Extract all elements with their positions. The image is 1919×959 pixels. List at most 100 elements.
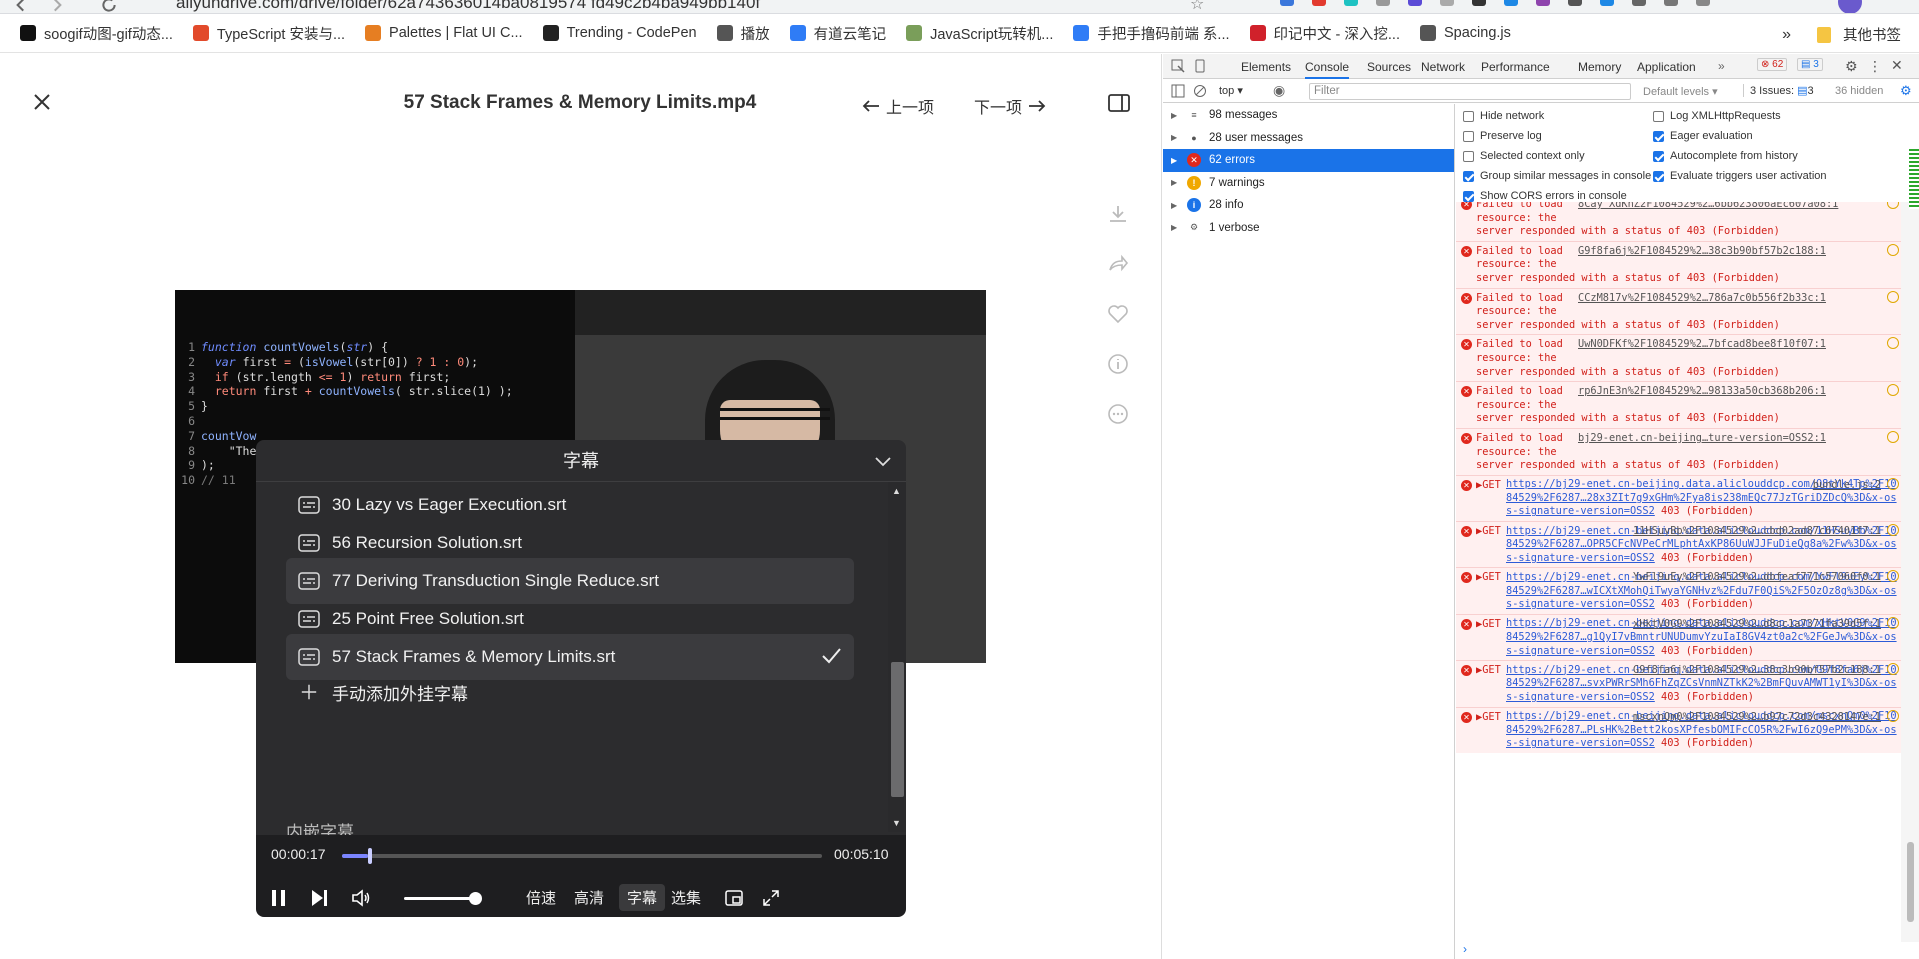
console-filter-error[interactable]: ▶ ✕ 62 errors (1163, 149, 1454, 172)
url-text[interactable]: aliyundrive.com/drive/folder/62a74363601… (176, 0, 760, 13)
device-toolbar-icon[interactable] (1193, 59, 1207, 73)
progress-bar[interactable] (342, 848, 822, 864)
console-error[interactable]: ✕ G9f8fa6j%2F1084529%2…38c3b90bf57b2c188:… (1456, 240, 1901, 288)
error-source-link[interactable]: YwFl9uEy%2F1084529%2…dbfeaf771c57060f0:1 (1633, 571, 1881, 585)
expand-triangle-icon[interactable]: ▶ (1171, 201, 1181, 210)
network-icon[interactable] (1887, 524, 1899, 537)
chevron-down-icon[interactable] (874, 454, 892, 468)
console-scrollbar[interactable] (1901, 202, 1919, 942)
bookmark-item[interactable]: Trending - CodePen (542, 23, 697, 44)
console-error-get[interactable]: ✕ G9f8fa6j%2F1084529%2…38c3b90bf57b2c188:… (1456, 660, 1901, 707)
log-levels-select[interactable]: Default levels ▾ (1643, 85, 1718, 98)
picture-in-picture-icon[interactable] (724, 887, 744, 909)
console-error[interactable]: ✕ rp6JnE3n%2F1084529%2…98133a50cb368b206:… (1456, 381, 1901, 428)
network-icon[interactable] (1887, 709, 1899, 722)
profile-avatar[interactable] (1838, 0, 1862, 13)
devtools-tab[interactable]: Elements (1241, 60, 1291, 74)
bookmark-item[interactable]: TypeScript 安装与... (192, 23, 345, 44)
inspect-icon[interactable] (1171, 59, 1185, 73)
console-setting[interactable]: Show CORS errors in console (1463, 190, 1627, 202)
console-error[interactable]: ✕ bj29-enet.cn-beijing…ture-version=OSS2:… (1456, 427, 1901, 475)
error-source-link[interactable]: bundle.js:2 (1813, 479, 1881, 493)
issues-button[interactable]: 3 Issues: ▤3 (1743, 84, 1814, 97)
quality-button[interactable]: 高清 (574, 887, 604, 908)
download-icon[interactable] (1106, 202, 1130, 226)
network-icon[interactable] (1887, 663, 1899, 676)
console-error[interactable]: ✕ 8Cay XdKnZ2F1084529%2…6bb623806aEc607a0… (1456, 202, 1901, 241)
progress-knob[interactable] (368, 848, 373, 864)
console-filter-input[interactable]: Filter (1309, 83, 1631, 100)
checkbox[interactable] (1463, 170, 1474, 182)
network-icon[interactable] (1887, 384, 1899, 397)
close-icon[interactable] (32, 92, 52, 112)
next-track-icon[interactable] (310, 887, 330, 909)
speed-button[interactable]: 倍速 (526, 887, 556, 908)
bookmark-item[interactable]: Palettes | Flat UI C... (365, 23, 523, 44)
expand-triangle-icon[interactable]: ▶ (1171, 111, 1181, 120)
console-error-get[interactable]: ✕ bundle.js:2 ▶GET https://bj29-enet.cn-be… (1456, 474, 1901, 522)
console-filter-warning[interactable]: ▶! 7 warnings (1163, 172, 1454, 195)
console-setting[interactable]: Selected context only (1463, 150, 1585, 162)
back-icon[interactable] (12, 0, 30, 14)
checkbox[interactable] (1463, 110, 1474, 122)
expand-triangle-icon[interactable]: ▶ (1171, 156, 1181, 165)
other-bookmarks[interactable]: 其他书签 (1843, 24, 1901, 45)
side-panel-icon[interactable] (1108, 94, 1130, 112)
scroll-thumb[interactable] (891, 662, 904, 797)
console-setting[interactable]: Eager evaluation (1653, 130, 1753, 142)
console-setting[interactable]: Preserve log (1463, 130, 1542, 142)
console-setting[interactable]: Group similar messages in console (1463, 170, 1651, 182)
network-icon[interactable] (1887, 337, 1899, 350)
bookmark-item[interactable]: 有道云笔记 (789, 23, 886, 44)
error-source-link[interactable]: mscxnQm0%2F1084529%2…b97c72d3c4328147e:1 (1633, 711, 1881, 725)
checkbox[interactable] (1463, 130, 1474, 142)
bookmark-item[interactable]: 播放 (716, 23, 770, 44)
settings-icon[interactable]: ⚙ (1845, 58, 1858, 75)
share-icon[interactable] (1106, 252, 1130, 276)
next-button[interactable]: 下一项 (974, 94, 1046, 118)
forward-icon[interactable] (48, 0, 66, 14)
bookmark-item[interactable]: 手把手撸码前端 系... (1073, 23, 1230, 44)
sidebar-toggle-icon[interactable] (1171, 84, 1185, 98)
console-error-get[interactable]: ✕ xHktV0G9%2F1084529%2…d8cc1a7371fa39d5f:… (1456, 613, 1901, 661)
console-filter-user[interactable]: ▶ ● 28 user messages (1163, 127, 1454, 150)
clear-console-icon[interactable] (1193, 84, 1207, 98)
console-setting[interactable]: Hide network (1463, 110, 1544, 122)
checkbox[interactable] (1653, 130, 1664, 142)
eye-icon[interactable]: ◉ (1273, 82, 1285, 99)
network-icon[interactable] (1887, 477, 1899, 490)
fullscreen-icon[interactable] (761, 887, 781, 909)
prev-button[interactable]: 上一项 (862, 94, 934, 118)
close-devtools-icon[interactable]: ✕ (1891, 57, 1903, 74)
checkbox[interactable] (1653, 170, 1664, 182)
subtitle-button[interactable]: 字幕 (619, 884, 666, 911)
devtools-tab[interactable]: Sources (1367, 60, 1411, 74)
console-setting[interactable]: Evaluate triggers user activation (1653, 170, 1827, 182)
console-error[interactable]: ✕ UwN0DFKf%2F1084529%2…7bfcad8bee8f10f07:… (1456, 334, 1901, 382)
checkbox[interactable] (1653, 150, 1664, 162)
console-prompt[interactable]: › (1463, 942, 1467, 956)
console-error-get[interactable]: ✕ YwFl9uEy%2F1084529%2…dbfeaf771c57060f0:… (1456, 567, 1901, 614)
info-icon[interactable] (1106, 352, 1130, 376)
volume-slider[interactable] (404, 892, 482, 905)
bookmarks-more-button[interactable]: » (1782, 26, 1791, 44)
console-filter-list[interactable]: ▶ ≡ 98 messages (1163, 104, 1454, 127)
console-error[interactable]: ✕ CCzM817v%2F1084529%2…786a7c0b556f2b33c:… (1456, 287, 1901, 335)
checkbox[interactable] (1653, 110, 1664, 122)
error-count-badge[interactable]: ⊗ 62 (1757, 58, 1788, 71)
console-settings-icon[interactable]: ⚙ (1900, 83, 1912, 99)
scroll-up-icon[interactable]: ▲ (892, 486, 901, 496)
checkbox[interactable] (1463, 150, 1474, 162)
expand-triangle-icon[interactable]: ▶ (1171, 223, 1181, 232)
devtools-tab[interactable]: Application (1637, 60, 1696, 74)
console-setting[interactable]: Log XMLHttpRequests (1653, 110, 1781, 122)
network-icon[interactable] (1887, 616, 1899, 629)
bookmark-item[interactable]: Spacing.js (1420, 23, 1511, 44)
console-error-get[interactable]: ✕ mscxnQm0%2F1084529%2…b97c72d3c4328147e:… (1456, 706, 1901, 753)
network-icon[interactable] (1887, 243, 1899, 256)
network-icon[interactable] (1887, 290, 1899, 303)
network-icon[interactable] (1887, 570, 1899, 583)
console-error-get[interactable]: ✕ 11HSuyBb%2F1084529%2…cbd02ad87c67401f7:… (1456, 521, 1901, 568)
subtitle-scrollbar[interactable]: ▲ ▼ (888, 482, 906, 832)
pause-icon[interactable] (270, 887, 288, 909)
